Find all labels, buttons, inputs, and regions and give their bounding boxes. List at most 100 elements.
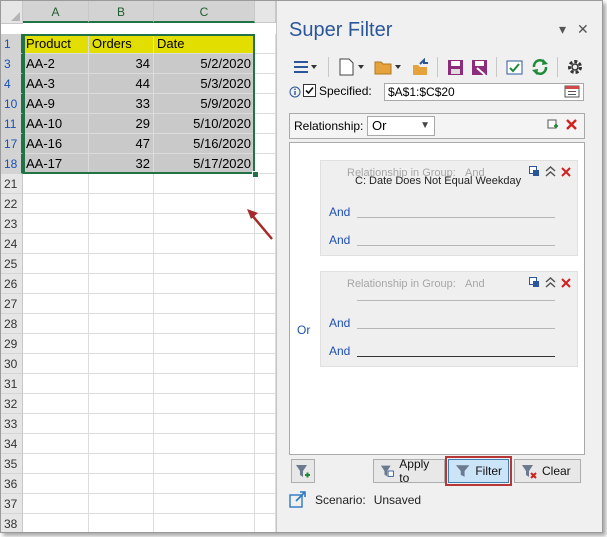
apply-to-button[interactable]: Apply to [373, 457, 445, 485]
cell[interactable] [89, 294, 154, 314]
cell[interactable] [255, 34, 276, 54]
cell[interactable] [89, 354, 154, 374]
column-header-d[interactable] [255, 1, 276, 23]
add-condition-icon[interactable] [529, 277, 540, 288]
row-header[interactable]: 38 [1, 514, 23, 532]
cell[interactable] [154, 334, 255, 354]
cell[interactable] [154, 374, 255, 394]
cell[interactable] [255, 114, 276, 134]
cell[interactable] [23, 214, 89, 234]
cell[interactable] [89, 174, 154, 194]
cell[interactable] [154, 174, 255, 194]
cell[interactable] [23, 174, 89, 194]
cell-product[interactable]: AA-9 [23, 94, 89, 114]
cell[interactable] [89, 234, 154, 254]
collapse-icon[interactable] [545, 166, 556, 177]
select-all-corner[interactable] [1, 1, 23, 24]
cell[interactable] [89, 314, 154, 334]
cell[interactable] [154, 474, 255, 494]
cell[interactable] [89, 434, 154, 454]
cell[interactable] [89, 194, 154, 214]
new-file-icon[interactable] [336, 56, 368, 78]
row-header[interactable]: 11 [1, 114, 23, 134]
cell[interactable] [23, 354, 89, 374]
groups-relationship-label[interactable]: Or [297, 323, 310, 337]
cell[interactable] [89, 214, 154, 234]
cell[interactable] [23, 414, 89, 434]
row-header[interactable]: 28 [1, 314, 23, 334]
condition-text[interactable]: C: Date Does Not Equal Weekday [355, 175, 521, 187]
cell[interactable] [89, 514, 154, 532]
scenario-icon[interactable] [289, 491, 307, 509]
import-icon[interactable] [410, 56, 430, 78]
cell[interactable] [255, 514, 276, 532]
cell[interactable] [154, 394, 255, 414]
cell[interactable] [255, 474, 276, 494]
row-header[interactable]: 27 [1, 294, 23, 314]
cell-product[interactable]: AA-2 [23, 54, 89, 74]
cell[interactable] [23, 254, 89, 274]
cell[interactable] [23, 514, 89, 532]
delete-group-icon[interactable] [561, 166, 571, 177]
row-header[interactable]: 37 [1, 494, 23, 514]
cell[interactable] [89, 474, 154, 494]
condition-input[interactable] [357, 217, 555, 218]
cell[interactable] [154, 194, 255, 214]
range-select-icon[interactable] [564, 85, 582, 99]
row-header[interactable]: 24 [1, 234, 23, 254]
cell[interactable] [255, 314, 276, 334]
cell-date[interactable]: 5/3/2020 [154, 74, 255, 94]
cell[interactable] [23, 334, 89, 354]
cell[interactable] [255, 54, 276, 74]
row-header[interactable]: 25 [1, 254, 23, 274]
cell-orders[interactable]: 47 [89, 134, 154, 154]
header-cell-product[interactable]: Product [23, 34, 89, 54]
add-group-icon[interactable] [547, 119, 559, 131]
cell[interactable] [89, 374, 154, 394]
condition-relation-label[interactable]: And [329, 344, 350, 358]
header-cell-orders[interactable]: Orders [89, 34, 154, 54]
row-header[interactable]: 32 [1, 394, 23, 414]
row-header[interactable]: 4 [1, 74, 23, 94]
cell-orders[interactable]: 32 [89, 154, 154, 174]
cell[interactable] [23, 194, 89, 214]
cell-date[interactable]: 5/10/2020 [154, 114, 255, 134]
refresh-icon[interactable] [530, 56, 550, 78]
cell[interactable] [255, 294, 276, 314]
cell-date[interactable]: 5/16/2020 [154, 134, 255, 154]
condition-relation-label[interactable]: And [329, 316, 350, 330]
panel-dropdown-icon[interactable]: ▾ [559, 21, 566, 38]
cell[interactable] [23, 494, 89, 514]
row-header[interactable]: 17 [1, 134, 23, 154]
cell[interactable] [255, 374, 276, 394]
export-icon[interactable] [504, 56, 526, 78]
menu-icon[interactable] [291, 56, 321, 78]
row-header[interactable]: 31 [1, 374, 23, 394]
group-relationship-label[interactable]: Relationship in Group: And [347, 278, 485, 290]
cell[interactable] [23, 454, 89, 474]
cell[interactable] [89, 394, 154, 414]
cell[interactable] [154, 454, 255, 474]
panel-close-icon[interactable]: ✕ [577, 21, 589, 38]
open-folder-icon[interactable] [372, 56, 406, 78]
cell[interactable] [154, 294, 255, 314]
row-header[interactable]: 26 [1, 274, 23, 294]
cell[interactable] [255, 454, 276, 474]
add-filter-button[interactable] [291, 459, 315, 483]
relationship-select[interactable]: Or ▼ [367, 116, 435, 136]
save-icon[interactable] [445, 56, 465, 78]
cell[interactable] [89, 494, 154, 514]
info-icon[interactable] [289, 86, 301, 98]
row-header[interactable]: 34 [1, 434, 23, 454]
cell[interactable] [255, 414, 276, 434]
cell[interactable] [154, 514, 255, 532]
cell[interactable] [23, 294, 89, 314]
row-header[interactable]: 1 [1, 34, 23, 54]
cell-orders[interactable]: 29 [89, 114, 154, 134]
cell[interactable] [255, 134, 276, 154]
condition-relation-label[interactable]: And [329, 205, 350, 219]
condition-input[interactable] [357, 300, 555, 301]
fill-handle[interactable] [252, 171, 259, 178]
delete-group-icon[interactable] [561, 277, 571, 288]
cell-orders[interactable]: 33 [89, 94, 154, 114]
